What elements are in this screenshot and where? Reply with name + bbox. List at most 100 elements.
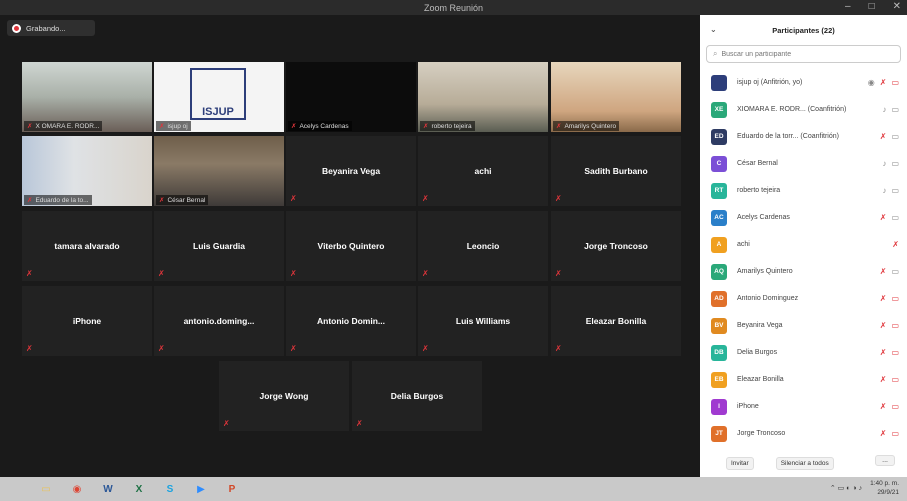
participant-row[interactable]: JT Jorge Troncoso ✗ ▭ <box>700 420 907 447</box>
participant-row[interactable]: IiPhone ✗ ▭ <box>700 393 907 420</box>
participant-name: Jorge Troncoso <box>584 241 648 251</box>
participant-row[interactable]: XE XIOMARA E. RODR... (Coanfitrión) ♪ ▭ <box>700 96 907 123</box>
clock-date: 29/9/21 <box>877 489 899 496</box>
mic-muted-icon: ✗ <box>879 78 887 87</box>
participant-row[interactable]: EB Eleazar Bonilla ✗ ▭ <box>700 366 907 393</box>
participant-row[interactable]: RT roberto tejeira ♪ ▭ <box>700 177 907 204</box>
video-tile[interactable]: Luis Williams ✗ <box>418 286 548 356</box>
participant-row[interactable]: AD Antonio Dominguez ✗ ▭ <box>700 285 907 312</box>
video-tile[interactable]: iPhone ✗ <box>22 286 152 356</box>
tray-icons[interactable]: ⌃ ▭ ◐ ◑ ♪ <box>830 484 862 492</box>
video-tile[interactable]: Eleazar Bonilla ✗ <box>551 286 681 356</box>
avatar: JT <box>711 425 727 442</box>
participant-name: Leoncio <box>466 241 500 251</box>
zoom-icon[interactable]: ▶ <box>190 479 212 499</box>
video-tile[interactable]: Viterbo Quintero ✗ <box>286 211 416 281</box>
video-tile[interactable]: achi ✗ <box>418 136 548 206</box>
chrome-icon[interactable]: ◉ <box>66 479 88 499</box>
avatar: A <box>711 236 727 253</box>
powerpoint-icon[interactable]: P <box>221 479 243 499</box>
participants-panel: ⌄ Participantes (22) ⌕ isjup oj (Anfitri… <box>700 15 907 477</box>
mic-muted-icon: ✗ <box>27 197 33 204</box>
participant-row[interactable]: DB Delia Burgos ✗ ▭ <box>700 339 907 366</box>
clock[interactable]: 1:40 p. m. 29/9/21 <box>870 479 899 497</box>
close-button[interactable]: ✕ <box>893 1 901 12</box>
participant-name: Luis Williams <box>455 316 511 326</box>
participant-name: Delia Burgos <box>390 391 444 401</box>
participant-name: César Bernal <box>167 197 206 204</box>
video-tile[interactable]: Beyanira Vega ✗ <box>286 136 416 206</box>
video-tile[interactable]: Sadith Burbano ✗ <box>551 136 681 206</box>
recording-label: Grabando... <box>26 23 66 33</box>
minimize-button[interactable]: – <box>845 1 851 12</box>
excel-icon[interactable]: X <box>128 479 150 499</box>
mute-all-button[interactable]: Silenciar a todos <box>775 456 834 470</box>
video-tile[interactable]: Jorge Wong ✗ <box>219 361 349 431</box>
mic-muted-icon: ✗ <box>879 267 887 276</box>
video-tile[interactable]: ✗ Acelys Cardenas <box>286 62 416 132</box>
video-tile[interactable]: Antonio Domin... ✗ <box>286 286 416 356</box>
camera-off-icon: ▭ <box>891 294 899 303</box>
folder-icon[interactable]: ▭ <box>35 479 57 499</box>
mic-muted-icon: ✗ <box>158 269 165 278</box>
avatar: AD <box>711 290 727 307</box>
video-tile[interactable]: Delia Burgos ✗ <box>352 361 482 431</box>
participant-row[interactable]: ED Eduardo de la torr... (Coanfitrión) ✗ ▭ <box>700 123 907 150</box>
search-input[interactable] <box>721 50 882 58</box>
recording-indicator[interactable]: Grabando... <box>7 20 95 36</box>
isjup-logo: ISJUP <box>190 68 246 120</box>
search-box[interactable]: ⌕ <box>706 45 901 63</box>
video-tile[interactable]: ✗ César Bernal <box>154 136 284 206</box>
participant-name: Acelys Cardenas <box>299 123 349 130</box>
camera-off-icon: ▭ <box>891 375 899 384</box>
window-title: Zoom Reunión <box>423 2 484 13</box>
video-tile[interactable]: ✗ X OMARA E. RODR... <box>22 62 152 132</box>
video-tile[interactable]: ✗ Eduardo de la to... <box>22 136 152 206</box>
participant-name: Luis Guardia <box>193 241 245 251</box>
tile-name-label: ✗ roberto tejeira <box>420 121 475 131</box>
mic-muted-icon: ✗ <box>291 123 297 130</box>
video-tile[interactable]: Leoncio ✗ <box>418 211 548 281</box>
mic-muted-icon: ✗ <box>555 344 562 353</box>
video-tile[interactable]: ✗ roberto tejeira <box>418 62 548 132</box>
invite-button[interactable]: Invitar <box>726 456 754 470</box>
chevron-down-icon[interactable]: ⌄ <box>710 25 717 34</box>
participant-name: achi <box>737 241 750 248</box>
more-options-button[interactable]: ... <box>875 455 895 466</box>
participant-row[interactable]: AC Acelys Cardenas ✗ ▭ <box>700 204 907 231</box>
camera-off-icon: ▭ <box>891 78 899 87</box>
avatar: RT <box>711 182 727 199</box>
participant-name: X OMARA E. RODR... <box>35 123 100 130</box>
search-icon: ⌕ <box>713 49 718 58</box>
camera-off-icon: ▭ <box>891 348 899 357</box>
mic-muted-icon: ✗ <box>892 240 899 249</box>
mic-muted-icon: ✗ <box>290 194 297 203</box>
participant-row[interactable]: isjup oj (Anfitrión, yo) ◉ ✗ ▭ <box>700 69 907 96</box>
tile-name-label: ✗ Acelys Cardenas <box>288 121 352 131</box>
participant-name: Acelys Cardenas <box>737 214 790 221</box>
word-icon[interactable]: W <box>97 479 119 499</box>
video-tile[interactable]: Jorge Troncoso ✗ <box>551 211 681 281</box>
participant-row[interactable]: Aachi ✗ <box>700 231 907 258</box>
mic-icon: ♪ <box>882 186 887 195</box>
mic-muted-icon: ✗ <box>879 321 887 330</box>
maximize-button[interactable]: □ <box>869 1 875 12</box>
participant-name: iPhone <box>737 403 759 410</box>
camera-icon: ▭ <box>891 186 899 195</box>
participant-row[interactable]: AQ Amarilys Quintero ✗ ▭ <box>700 258 907 285</box>
mic-muted-icon: ✗ <box>879 213 887 222</box>
participant-row[interactable]: BV Beyanira Vega ✗ ▭ <box>700 312 907 339</box>
mic-muted-icon: ✗ <box>422 269 429 278</box>
video-tile[interactable]: ISJUP ✗ isjup oj <box>154 62 284 132</box>
tile-name-label: ✗ isjup oj <box>156 121 191 131</box>
tile-name-label: ✗ Amarilys Quintero <box>553 121 620 131</box>
participant-row[interactable]: C César Bernal ♪ ▭ <box>700 150 907 177</box>
system-tray: ⌃ ▭ ◐ ◑ ♪ 1:40 p. m. 29/9/21 <box>830 479 899 497</box>
video-tile[interactable]: tamara alvarado ✗ <box>22 211 152 281</box>
video-tile[interactable]: antonio.doming... ✗ <box>154 286 284 356</box>
camera-off-icon: ▭ <box>891 429 899 438</box>
video-tile[interactable]: Luis Guardia ✗ <box>154 211 284 281</box>
video-tile[interactable]: ✗ Amarilys Quintero <box>551 62 681 132</box>
skype-icon[interactable]: S <box>159 479 181 499</box>
participants-list: isjup oj (Anfitrión, yo) ◉ ✗ ▭ XE XIOMARA E. … <box>700 69 907 447</box>
